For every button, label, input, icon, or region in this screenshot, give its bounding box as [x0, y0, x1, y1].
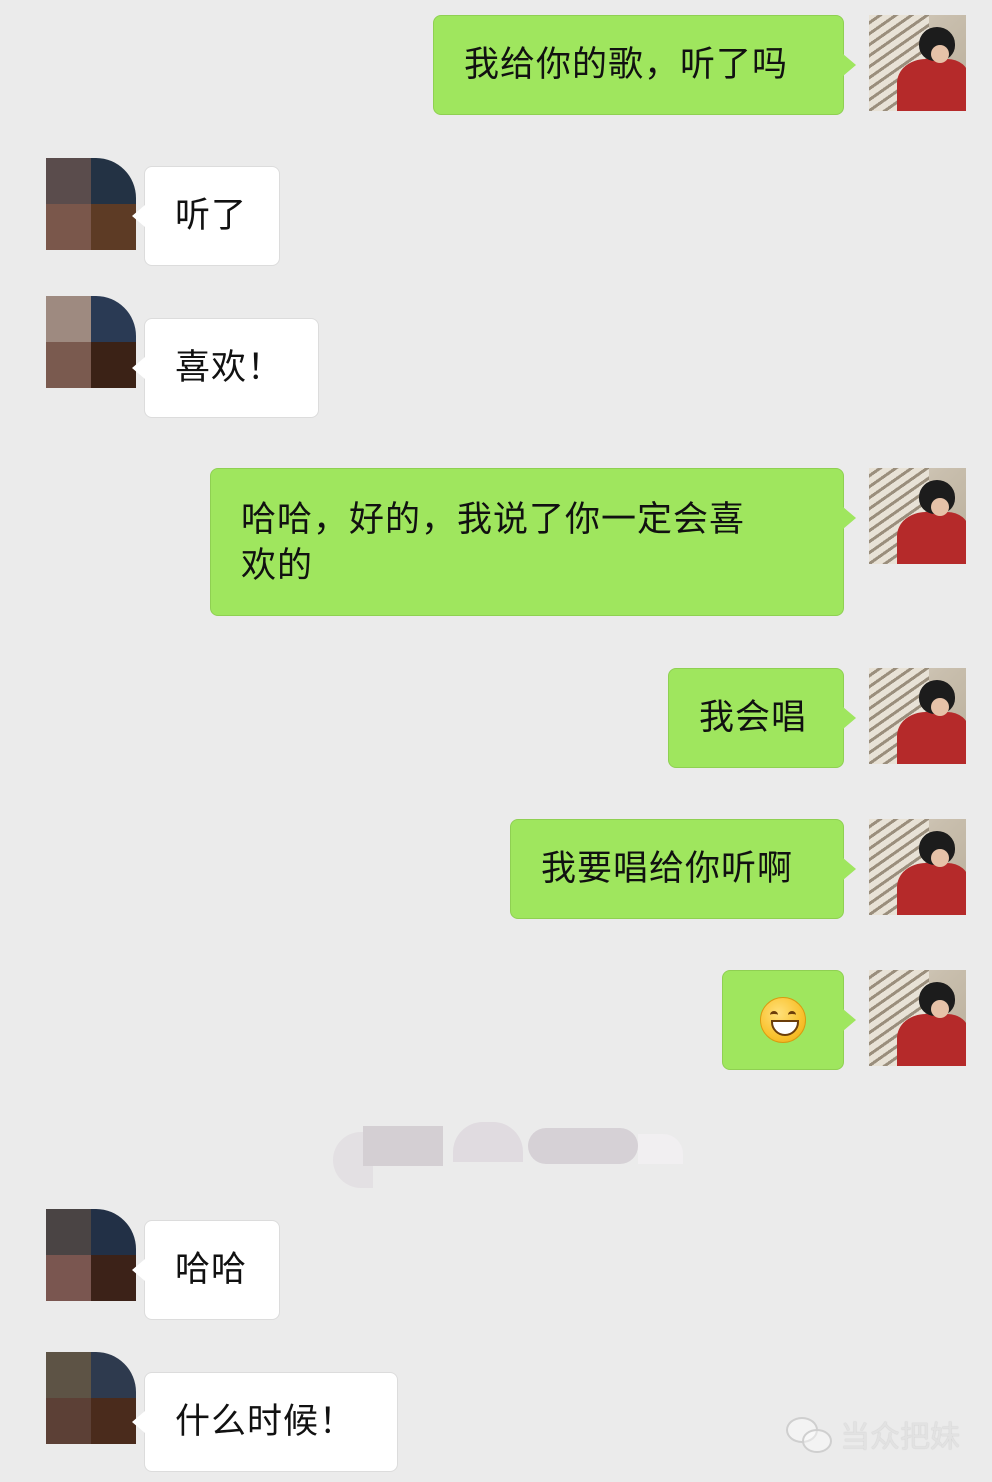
message-bubble-outgoing[interactable]: 我要唱给你听啊 [510, 819, 856, 919]
message-bubble-outgoing[interactable]: 哈哈，好的，我说了你一定会喜 欢的 [210, 468, 856, 616]
message-bubble-outgoing[interactable]: 我会唱 [668, 668, 856, 768]
my-avatar[interactable] [869, 15, 966, 111]
message-bubble-incoming[interactable]: 哈哈 [132, 1220, 280, 1320]
message-text: 我给你的歌，听了吗 [464, 45, 789, 85]
contact-avatar[interactable] [46, 1352, 136, 1444]
message-bubble-incoming[interactable]: 什么时候！ [132, 1372, 398, 1472]
contact-avatar[interactable] [46, 158, 136, 250]
my-avatar[interactable] [869, 819, 966, 915]
message-text: 我要唱给你听啊 [541, 849, 794, 889]
watermark: 当众把妹 [786, 1412, 960, 1456]
my-avatar[interactable] [869, 468, 966, 564]
wechat-icon [786, 1415, 832, 1453]
message-bubble-incoming[interactable]: 听了 [132, 166, 280, 266]
message-bubble-outgoing[interactable] [722, 970, 856, 1070]
message-text: 听了 [175, 196, 248, 236]
message-text: 我会唱 [699, 698, 808, 738]
message-text: 哈哈 [175, 1250, 248, 1290]
grinning-face-emoji-icon [760, 997, 806, 1043]
message-bubble-incoming[interactable]: 喜欢！ [132, 318, 319, 418]
message-text: 喜欢！ [175, 348, 284, 388]
message-text: 什么时候！ [175, 1402, 356, 1442]
contact-avatar[interactable] [46, 296, 136, 388]
contact-avatar[interactable] [46, 1209, 136, 1301]
message-text-line-2: 欢的 [241, 546, 314, 586]
watermark-text: 当众把妹 [840, 1420, 960, 1455]
redacted-timestamp [333, 1122, 683, 1188]
message-bubble-outgoing[interactable]: 我给你的歌，听了吗 [433, 15, 856, 115]
message-text-line-1: 哈哈，好的，我说了你一定会喜 [241, 500, 746, 540]
my-avatar[interactable] [869, 970, 966, 1066]
my-avatar[interactable] [869, 668, 966, 764]
